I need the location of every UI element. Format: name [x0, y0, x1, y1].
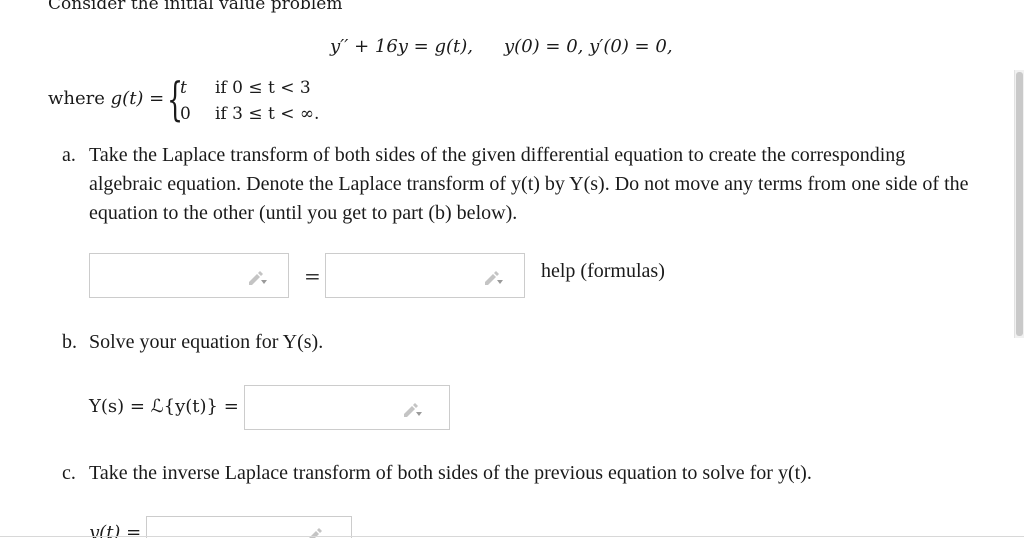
- part-c-input[interactable]: [146, 516, 352, 538]
- initial-conditions: y(0) = 0, y′(0) = 0,: [504, 36, 673, 57]
- piece2-condition: if 3 ≤ t < ∞.: [215, 104, 320, 124]
- part-b-marker: b.: [62, 331, 77, 353]
- g-function-label: g(t) =: [110, 88, 165, 109]
- ys-label: Y(s) = ℒ{y(t)} =: [89, 396, 239, 417]
- problem-intro: Consider the initial value problem: [48, 0, 343, 14]
- part-a-text: Take the Laplace transform of both sides…: [89, 144, 969, 224]
- ode-equation: y′′ + 16y = g(t),: [330, 36, 473, 57]
- part-c-marker: c.: [62, 462, 76, 484]
- part-b-input[interactable]: [244, 385, 450, 430]
- pencil-icon[interactable]: [246, 270, 268, 285]
- piece1-value: t: [180, 78, 187, 98]
- equals-sign: =: [304, 264, 321, 288]
- part-c-text: Take the inverse Laplace transform of bo…: [89, 462, 812, 484]
- bottom-divider: [0, 536, 1024, 537]
- part-a-marker: a.: [62, 144, 76, 166]
- scrollbar-thumb[interactable]: [1016, 72, 1023, 336]
- part-b-text: Solve your equation for Y(s).: [89, 331, 324, 353]
- help-formulas-link[interactable]: help (formulas): [541, 260, 665, 283]
- where-label: where: [48, 88, 105, 109]
- pencil-icon[interactable]: [401, 402, 423, 417]
- piece2-value: 0: [180, 104, 191, 124]
- g-definition-label: where g(t) =: [48, 88, 164, 109]
- part-a-right-input[interactable]: [325, 253, 525, 298]
- piece1-condition: if 0 ≤ t < 3: [215, 78, 311, 98]
- part-a-left-input[interactable]: [89, 253, 289, 298]
- pencil-icon[interactable]: [482, 270, 504, 285]
